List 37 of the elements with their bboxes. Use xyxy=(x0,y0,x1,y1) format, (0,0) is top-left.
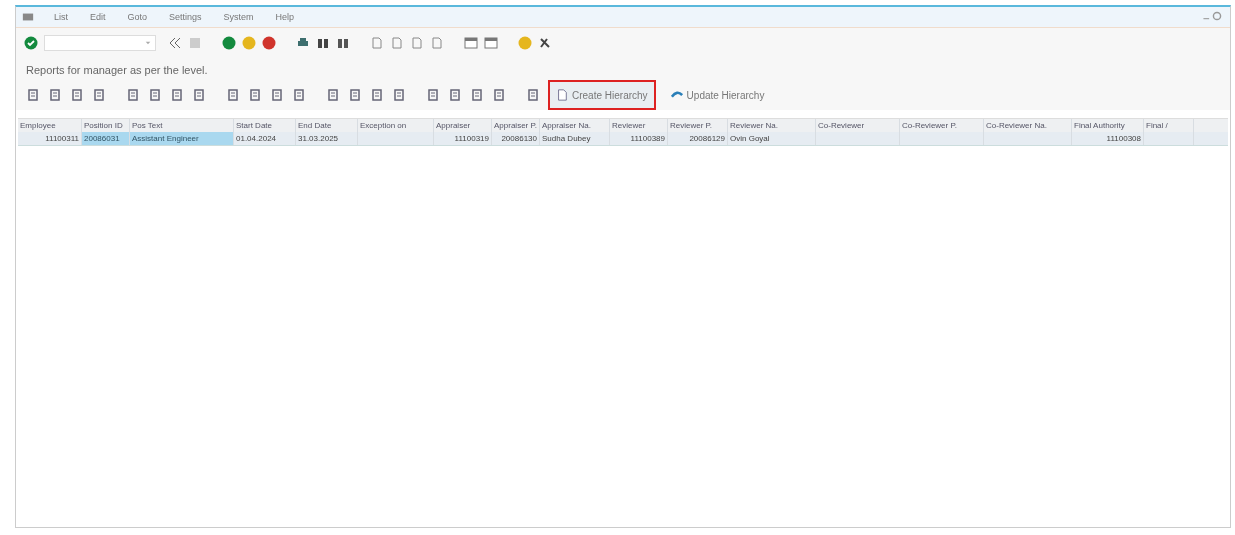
window-options-icon[interactable] xyxy=(1212,11,1222,21)
table-cell: 31.03.2025 xyxy=(296,132,358,145)
collapse-icon[interactable] xyxy=(168,36,182,50)
toolbar-button[interactable]: Update Hierarchy xyxy=(663,84,772,106)
menu-item[interactable]: System xyxy=(221,12,256,22)
toolbar-button[interactable]: Create Hierarchy xyxy=(548,80,656,110)
enter-icon[interactable] xyxy=(24,36,38,50)
table-cell: 11100319 xyxy=(434,132,492,145)
table-cell: 11100389 xyxy=(610,132,668,145)
menu-item[interactable]: Goto xyxy=(125,12,150,22)
table-cell: 20086031 xyxy=(82,132,130,145)
table-cell: 01.04.2024 xyxy=(234,132,296,145)
menu-item[interactable]: Help xyxy=(273,12,297,22)
window-icon[interactable] xyxy=(484,36,498,50)
table-cell: 20086130 xyxy=(492,132,540,145)
screen-title: Reports for manager as per the level. xyxy=(26,64,208,76)
back-icon[interactable] xyxy=(222,36,236,50)
table-cell: 20086129 xyxy=(668,132,728,145)
table-cell: Ovin Goyal xyxy=(728,132,816,145)
page-icon[interactable] xyxy=(556,89,568,101)
table-cell: Sudha Dubey xyxy=(540,132,610,145)
command-field[interactable] xyxy=(44,35,156,51)
page-icon[interactable] xyxy=(390,36,404,50)
sap-logo-icon[interactable] xyxy=(22,11,34,23)
page-icon[interactable] xyxy=(370,36,384,50)
menu-item[interactable]: Settings xyxy=(167,12,204,22)
menu-item[interactable]: List xyxy=(52,12,70,22)
table-cell: Assistant Engineer xyxy=(130,132,234,145)
page-icon[interactable] xyxy=(430,36,444,50)
table-cell: 11100308 xyxy=(1072,132,1144,145)
menu-item[interactable]: Edit xyxy=(88,12,108,22)
help-icon[interactable] xyxy=(518,36,532,50)
window-icon[interactable] xyxy=(464,36,478,50)
cancel-icon[interactable] xyxy=(262,36,276,50)
exit-icon[interactable] xyxy=(242,36,256,50)
page-icon[interactable] xyxy=(410,36,424,50)
dropdown-caret-icon[interactable] xyxy=(144,39,152,47)
